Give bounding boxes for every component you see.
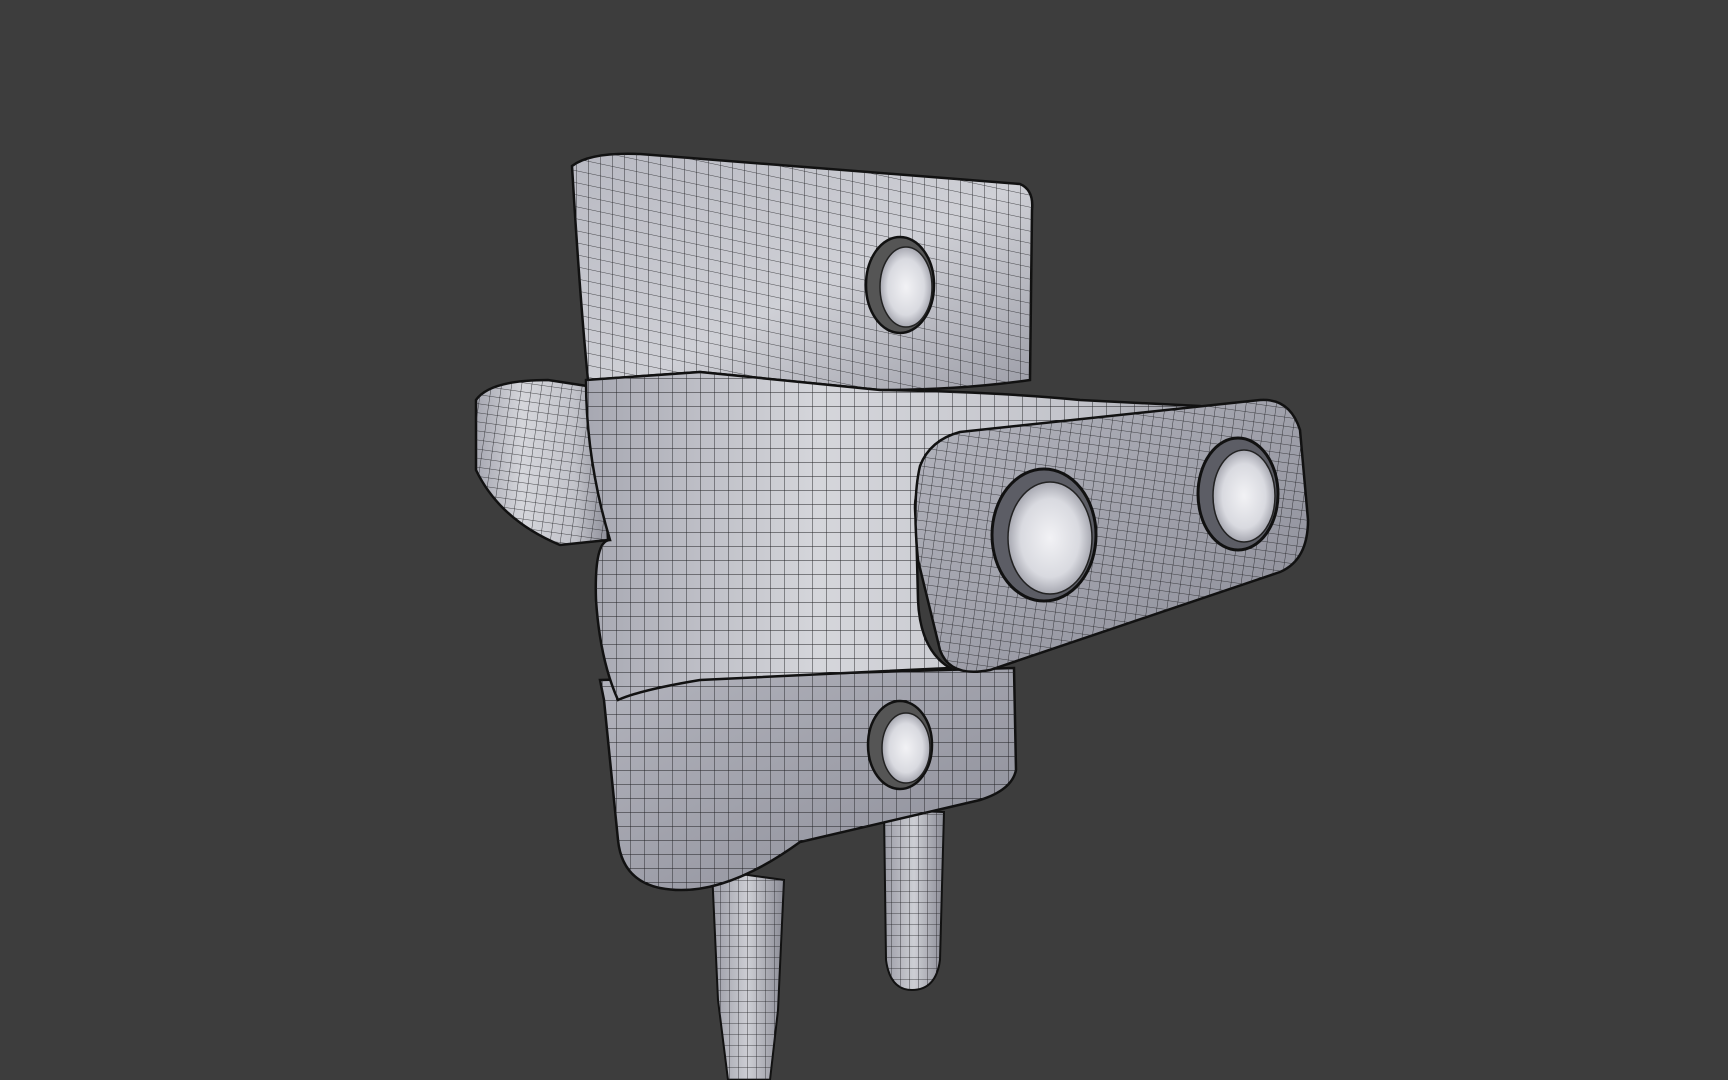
3d-viewport[interactable] bbox=[0, 0, 1728, 1080]
hole-socket-right bbox=[1196, 436, 1280, 552]
upper-flange bbox=[570, 152, 1034, 392]
mesh-render[interactable] bbox=[0, 0, 1728, 1080]
lower-flange bbox=[598, 666, 1018, 892]
hole-upper-flange bbox=[864, 235, 936, 335]
hole-lower-flange bbox=[866, 699, 934, 791]
pin-right bbox=[882, 808, 946, 992]
hole-socket-left bbox=[990, 467, 1098, 603]
pin-left bbox=[710, 868, 786, 1080]
